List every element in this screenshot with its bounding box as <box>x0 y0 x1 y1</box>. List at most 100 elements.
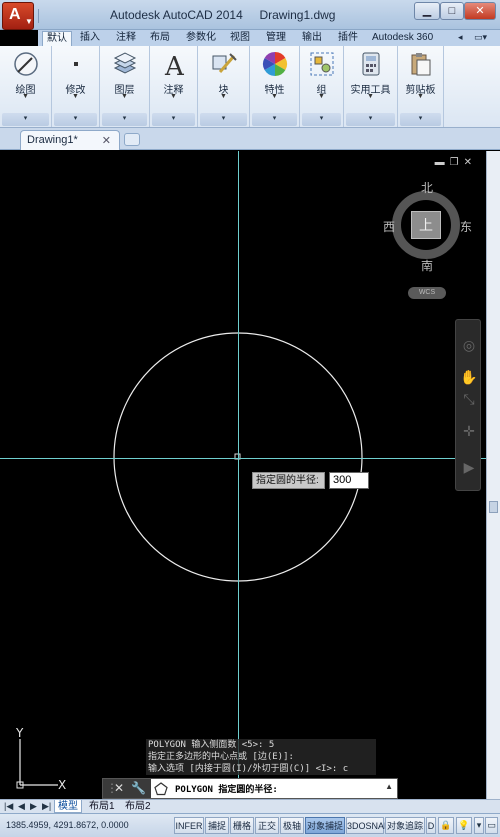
viewcube[interactable]: 上 北 南 东 西 <box>383 179 472 281</box>
polygon-icon[interactable] <box>153 781 169 797</box>
group-icon <box>310 52 333 76</box>
tab-layout2[interactable]: 布局2 <box>122 800 154 813</box>
tab-view[interactable]: 视图 <box>230 31 250 46</box>
chevron-down-icon: ▼ <box>170 93 177 100</box>
prev-layout-icon[interactable]: ◀ <box>18 801 25 812</box>
panel-annotation[interactable]: A 注释 ▼ ▾ <box>150 46 198 127</box>
panel-block-footer[interactable]: ▾ <box>200 113 247 126</box>
tab-layout[interactable]: 布局 <box>150 31 170 46</box>
panel-modify-footer[interactable]: ▾ <box>54 113 97 126</box>
tab-annotate[interactable]: 注释 <box>116 31 136 46</box>
clipboard-icon <box>411 53 430 76</box>
close-icon[interactable]: ✕ <box>102 134 111 147</box>
close-icon[interactable]: ✕ <box>114 781 124 795</box>
next-layout-icon[interactable]: ▶ <box>30 801 37 812</box>
crosshair-vertical <box>238 151 239 799</box>
viewport-restore-icon[interactable]: ❐ <box>450 157 459 168</box>
app-name: Autodesk AutoCAD 2014 <box>110 8 243 22</box>
panel-draw[interactable]: 绘图 ▼ ▾ <box>0 46 52 127</box>
panel-utilities-footer[interactable]: ▾ <box>346 113 395 126</box>
tab-default[interactable]: 默认 <box>42 31 72 46</box>
tab-layout1[interactable]: 布局1 <box>86 800 118 813</box>
panel-utilities[interactable]: 实用工具 ▼ ▾ <box>344 46 398 127</box>
command-line[interactable]: ⋮ ✕ 🔧 POLYGON 指定圆的半径: ▲ <box>102 778 398 799</box>
steering-wheel-icon[interactable]: ◎ <box>460 336 478 354</box>
panel-draw-footer[interactable]: ▾ <box>2 113 49 126</box>
maximize-button[interactable]: □ <box>440 2 464 20</box>
fullscreen-icon[interactable]: ▭ <box>485 817 498 834</box>
panel-group[interactable]: 组 ▼ ▾ <box>300 46 344 127</box>
panel-layers[interactable]: 图层 ▼ ▾ <box>100 46 150 127</box>
status-osnap[interactable]: 对象捕捉 <box>305 817 345 834</box>
panel-group-footer[interactable]: ▾ <box>302 113 341 126</box>
compass-north[interactable]: 北 <box>421 179 433 196</box>
status-snap[interactable]: 捕捉 <box>205 817 229 834</box>
panel-properties-footer[interactable]: ▾ <box>252 113 297 126</box>
chevron-down-icon: ▼ <box>318 93 325 100</box>
compass-east[interactable]: 东 <box>460 218 472 235</box>
chevron-down-icon[interactable]: ▾ <box>474 817 484 834</box>
modify-icon <box>73 62 78 66</box>
dynamic-input-field[interactable]: 300 <box>329 472 369 489</box>
status-ortho[interactable]: 正交 <box>255 817 279 834</box>
viewport-minimize-icon[interactable]: ▬ <box>435 157 445 168</box>
lightbulb-icon[interactable]: 💡 <box>456 817 472 834</box>
viewcube-top-face[interactable]: 上 <box>411 211 441 239</box>
drawing-canvas[interactable]: ▬ ❐ ✕ 上 北 南 东 西 WCS ◎ ✋ ⤡ ✛ ▶ 指定圆的半径: 300 … <box>0 151 486 799</box>
orbit-icon[interactable]: ✛ <box>460 422 478 440</box>
status-infer[interactable]: INFER <box>174 817 204 834</box>
tab-output[interactable]: 输出 <box>302 31 322 46</box>
status-3dosnap[interactable]: 3DOSNAP <box>346 817 390 834</box>
showmotion-icon[interactable]: ▶ <box>460 458 478 476</box>
coordinate-readout[interactable]: 1385.4959, 4291.8672, 0.0000 <box>6 820 129 830</box>
wcs-menu-button[interactable]: WCS <box>408 287 446 299</box>
tab-model[interactable]: 模型 <box>54 800 82 813</box>
tab-autodesk-360[interactable]: Autodesk 360 <box>372 31 433 46</box>
chevron-down-icon: ▼ <box>417 93 424 100</box>
panel-block[interactable]: 块 ▼ ▾ <box>198 46 250 127</box>
chevron-down-icon: ▼ <box>121 93 128 100</box>
lock-icon[interactable]: 🔒 <box>438 817 454 834</box>
quick-access-separator <box>38 9 39 23</box>
zoom-icon[interactable]: ⤡ <box>460 390 478 408</box>
ucs-y-label: Y <box>15 726 24 740</box>
tab-plugins[interactable]: 插件 <box>338 31 358 46</box>
status-bar: 1385.4959, 4291.8672, 0.0000 INFER 捕捉 栅格… <box>0 813 500 837</box>
application-menu-button[interactable]: A ▼ <box>2 2 34 30</box>
close-window-button[interactable]: ✕ <box>464 2 496 20</box>
ribbon-tab-arrow-icon[interactable]: ◂ <box>458 32 463 43</box>
tab-parametric[interactable]: 参数化 <box>186 31 216 46</box>
panel-modify[interactable]: 修改 ▼ ▾ <box>52 46 100 127</box>
panel-annotation-footer[interactable]: ▾ <box>152 113 195 126</box>
status-polar[interactable]: 极轴 <box>280 817 304 834</box>
compass-south[interactable]: 南 <box>421 257 433 274</box>
new-drawing-tab-button[interactable] <box>124 133 140 146</box>
ribbon-tab-bar: 默认 插入 注释 布局 参数化 视图 管理 输出 插件 Autodesk 360… <box>38 30 500 46</box>
wrench-icon[interactable]: 🔧 <box>131 781 146 795</box>
status-otrack[interactable]: 对象追踪 <box>385 817 425 834</box>
ribbon-minimize-button[interactable]: ▭▾ <box>474 32 487 43</box>
last-layout-icon[interactable]: ▶| <box>42 801 51 812</box>
scrollbar-thumb[interactable] <box>489 501 498 513</box>
ribbon: 绘图 ▼ ▾ 修改 ▼ ▾ 图层 ▼ ▾ A 注释 ▼ ▾ 块 ▼ ▾ 特性 ▼… <box>0 46 500 128</box>
panel-clipboard-footer[interactable]: ▾ <box>400 113 441 126</box>
panel-layers-footer[interactable]: ▾ <box>102 113 147 126</box>
chevron-up-icon[interactable]: ▲ <box>385 782 393 791</box>
tab-manage[interactable]: 管理 <box>266 31 286 46</box>
viewport-close-icon[interactable]: ✕ <box>464 157 472 168</box>
panel-properties[interactable]: 特性 ▼ ▾ <box>250 46 300 127</box>
tab-insert[interactable]: 插入 <box>80 31 100 46</box>
minimize-icon: ▁ <box>422 5 432 17</box>
vertical-scrollbar[interactable] <box>486 151 500 799</box>
minimize-button[interactable]: ▁ <box>414 2 440 20</box>
panel-clipboard[interactable]: 剪贴板 ▼ ▾ <box>398 46 444 127</box>
compass-west[interactable]: 西 <box>383 218 395 235</box>
properties-icon <box>262 51 287 76</box>
document-tab[interactable]: Drawing1* ✕ <box>20 130 120 150</box>
document-tab-bar: Drawing1* ✕ <box>0 128 500 150</box>
status-ducs[interactable]: D <box>426 817 436 834</box>
first-layout-icon[interactable]: |◀ <box>4 801 13 812</box>
pan-icon[interactable]: ✋ <box>460 368 478 386</box>
status-grid[interactable]: 栅格 <box>230 817 254 834</box>
utilities-icon <box>362 52 379 76</box>
